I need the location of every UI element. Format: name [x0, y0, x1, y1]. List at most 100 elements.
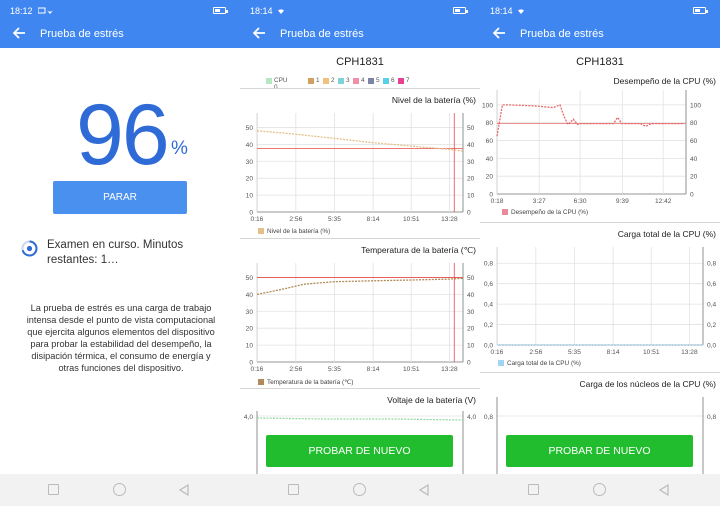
wifi-icon [518, 9, 524, 14]
legend-label: 1 [316, 77, 320, 84]
x-tick-label: 10:51 [403, 216, 420, 223]
x-tick-label: 2:56 [289, 216, 302, 223]
y-tick-label-right: 0,8 [707, 414, 716, 421]
battery-temperature-chart: 0 010 1020 2030 3040 4050 500:16 2:56 5:35 8:14 10… [246, 263, 475, 373]
screen-cpu-results: 18:14 Prueba de estrés CPH1831 0 0 20 20 40 4… [480, 0, 720, 506]
legend-label: 3 [346, 77, 350, 84]
legend-swatch [502, 209, 508, 215]
square-nav-icon[interactable] [528, 484, 539, 495]
x-tick-label: 5:35 [568, 349, 581, 356]
x-tick-label: 8:14 [367, 216, 380, 223]
battery-level-panel: 0 0 10 10 20 20 30 30 40 40 50 50 0:16 2:56 5:35 8:14 10… [240, 88, 480, 238]
y-tick-label-right: 4,0 [467, 414, 476, 421]
y-tick-label-right: 50 [467, 125, 475, 132]
back-arrow-icon[interactable] [12, 26, 26, 40]
y-tick-label: 50 [246, 275, 254, 282]
legend-swatch [308, 78, 314, 84]
x-tick-label: 10:51 [643, 349, 660, 356]
legend-label: 7 [406, 77, 410, 84]
x-tick-label: 2:56 [529, 349, 542, 356]
y-tick-label: 20 [246, 326, 254, 333]
cpu-total-load-panel: 0,0 0,0 0,2 0,2 0,4 0,4 0,6 0,6 0,8 0,8 0:16 2:56 5:… [480, 222, 720, 372]
x-tick-label: 0:16 [251, 216, 264, 223]
y-tick-label: 20 [486, 174, 494, 181]
triangle-nav-icon[interactable] [658, 484, 670, 496]
legend-label: Desempeño de la CPU (%) [511, 209, 589, 216]
y-tick-label-right: 50 [467, 275, 475, 282]
x-tick-label: 10:51 [403, 366, 420, 373]
y-tick-label-right: 40 [467, 292, 475, 299]
legend-label: Nivel de la batería (%) [267, 228, 331, 235]
y-tick-label: 40 [486, 156, 494, 163]
x-tick-label: 0:18 [491, 198, 504, 205]
chart-title: Carga total de la CPU (%) [617, 229, 716, 239]
legend-label: 2 [331, 77, 335, 84]
y-tick-label: 10 [246, 193, 254, 200]
legend-swatch [323, 78, 329, 84]
back-arrow-icon[interactable] [492, 26, 506, 40]
stress-test-description: La prueba de estrés es una carga de trab… [26, 303, 216, 374]
app-bar: Prueba de estrés [0, 22, 240, 48]
page-title: Prueba de estrés [40, 28, 124, 40]
y-tick-label: 40 [246, 142, 254, 149]
circle-nav-icon[interactable] [593, 483, 606, 496]
y-tick-label-right: 0 [690, 192, 694, 199]
circle-nav-icon[interactable] [113, 483, 126, 496]
status-time: 18:14 [250, 6, 273, 16]
progress-value: 96 [76, 87, 170, 183]
retry-button[interactable]: PROBAR DE NUEVO [266, 435, 453, 467]
legend-swatch [353, 78, 359, 84]
y-tick-label-right: 80 [690, 120, 698, 127]
y-tick-label-right: 20 [467, 326, 475, 333]
x-tick-label: 0:16 [251, 366, 264, 373]
legend-label: Temperatura de la batería (℃) [267, 379, 354, 386]
legend-label: Carga total de la CPU (%) [507, 360, 581, 367]
y-tick-label: 0,2 [484, 322, 493, 329]
circle-nav-icon[interactable] [353, 483, 366, 496]
square-nav-icon[interactable] [288, 484, 299, 495]
x-tick-label: 8:14 [367, 366, 380, 373]
chart-title: Temperatura de la batería (℃) [361, 245, 476, 255]
x-tick-label: 5:35 [328, 216, 341, 223]
y-tick-label: 80 [486, 120, 494, 127]
navigation-bar [240, 474, 480, 506]
y-tick-label: 60 [486, 138, 494, 145]
y-tick-label-right: 0,2 [707, 322, 716, 329]
legend-swatch [266, 78, 272, 84]
status-time: 18:12 [10, 6, 33, 16]
x-tick-label: 0:16 [491, 349, 504, 356]
legend-label: 6 [391, 77, 395, 84]
y-tick-label: 4,0 [244, 414, 253, 421]
app-bar: Prueba de estrés [480, 22, 720, 48]
y-tick-label: 30 [246, 159, 254, 166]
triangle-nav-icon[interactable] [418, 484, 430, 496]
x-tick-label: 5:35 [328, 366, 341, 373]
chart-title: Voltaje de la batería (V) [387, 395, 476, 405]
y-tick-label-right: 0,6 [707, 281, 716, 288]
cpu-performance-chart: 0 020 2040 4060 6080 80100 1000:18 3:27 6:30 9:39… [482, 90, 701, 205]
wifi-icon [38, 7, 53, 14]
x-tick-label: 13:28 [441, 366, 458, 373]
y-tick-label: 0,6 [484, 281, 493, 288]
battery-icon [213, 7, 228, 14]
y-tick-label-right: 0,0 [707, 343, 716, 350]
square-nav-icon[interactable] [48, 484, 59, 495]
chart-legend: Nivel de la batería (%) [258, 228, 330, 235]
battery-temperature-panel: 0 0 10 10 20 20 30 30 40 40 50 50 0:16 2:56 5:35 8:14 10… [240, 238, 480, 388]
chart-title: Carga de los núcleos de la CPU (%) [579, 379, 716, 389]
cpu-legend: CPU 01234567 [240, 76, 480, 91]
back-arrow-icon[interactable] [252, 26, 266, 40]
series-line [496, 104, 684, 137]
y-tick-label-right: 40 [690, 156, 698, 163]
x-tick-label: 3:27 [533, 198, 546, 205]
y-tick-label-right: 10 [467, 343, 475, 350]
status-bar: 18:12 [0, 0, 240, 22]
status-bar: 18:14 [240, 0, 480, 22]
triangle-nav-icon[interactable] [178, 484, 190, 496]
stop-button[interactable]: PARAR [53, 181, 187, 214]
x-tick-label: 13:28 [441, 216, 458, 223]
chart-legend: Desempeño de la CPU (%) [502, 209, 588, 216]
retry-button[interactable]: PROBAR DE NUEVO [506, 435, 693, 467]
y-tick-label-right: 0 [467, 360, 471, 367]
battery-level-chart: 0 010 1020 2030 3040 4050 500:16 2:56 5:35 8:14 10… [246, 113, 475, 223]
